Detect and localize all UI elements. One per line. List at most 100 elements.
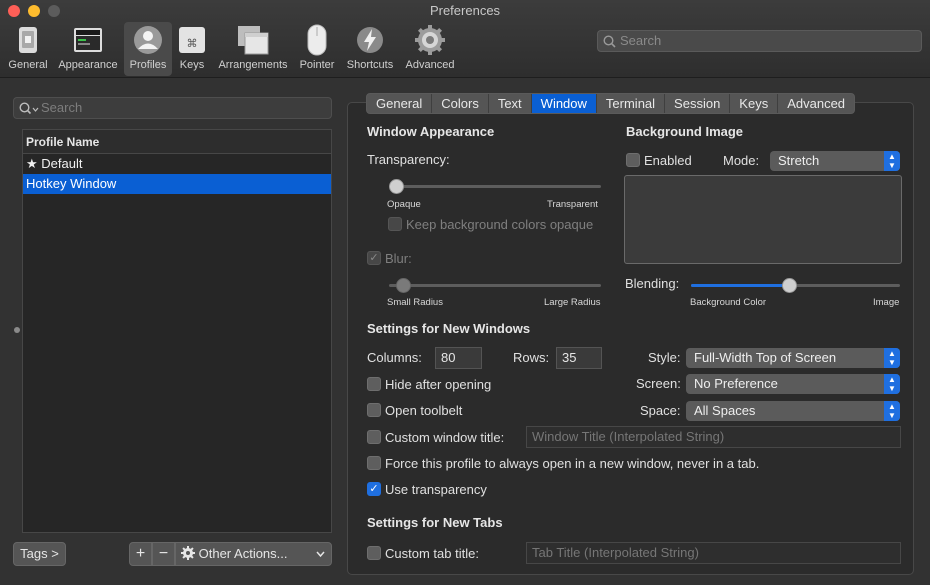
space-value: All Spaces (694, 403, 756, 418)
keys-icon: ⌘ (176, 24, 208, 56)
bg-image-enabled-label: Enabled (644, 153, 692, 168)
tab-general[interactable]: General (367, 94, 433, 113)
split-view-divider-handle[interactable] (14, 327, 20, 333)
blur-slider-knob[interactable] (396, 278, 411, 293)
other-actions-menu[interactable]: Other Actions... (175, 542, 332, 566)
profile-search-placeholder: Search (41, 100, 83, 115)
blending-min-label: Background Color (690, 297, 767, 308)
custom-tab-title-field[interactable]: Tab Title (Interpolated String) (526, 542, 901, 564)
general-icon (12, 24, 44, 56)
open-toolbelt-label: Open toolbelt (385, 403, 463, 418)
transparency-slider-track[interactable] (389, 185, 601, 188)
tab-keys[interactable]: Keys (730, 94, 779, 113)
custom-tab-title-checkbox[interactable] (367, 546, 381, 560)
blur-slider-track[interactable] (389, 284, 601, 287)
toolbar-profiles[interactable]: Profiles (124, 22, 172, 76)
background-image-heading: Background Image (626, 124, 744, 139)
style-label: Style: (648, 350, 681, 365)
transparency-max-label: Transparent (547, 199, 598, 210)
transparency-slider-knob[interactable] (389, 179, 404, 194)
gear-icon (181, 545, 195, 567)
advanced-icon (414, 24, 446, 56)
tags-button[interactable]: Tags > (13, 542, 66, 566)
tab-advanced[interactable]: Advanced (778, 94, 854, 113)
custom-window-title-field[interactable]: Window Title (Interpolated String) (526, 426, 901, 448)
blending-label: Blending: (625, 276, 680, 291)
profiles-icon (132, 24, 164, 56)
updown-chevron-icon: ▲ ▼ (884, 374, 900, 394)
mode-label: Mode: (723, 153, 760, 168)
toolbar-advanced[interactable]: Advanced (402, 22, 458, 76)
open-toolbelt-checkbox[interactable] (367, 403, 381, 417)
background-image-well[interactable] (624, 175, 902, 264)
force-new-window-label: Force this profile to always open in a n… (385, 456, 760, 471)
profile-row-default[interactable]: ★ Default (23, 154, 331, 174)
tab-text[interactable]: Text (489, 94, 532, 113)
tab-window[interactable]: Window (531, 94, 597, 113)
toolbar-keys[interactable]: ⌘ Keys (174, 22, 210, 76)
profile-name: Default (41, 156, 83, 171)
hide-after-opening-checkbox[interactable] (367, 377, 381, 391)
search-icon (19, 101, 39, 121)
columns-field[interactable]: 80 (435, 347, 482, 369)
toolbar-search-input[interactable]: Search (597, 30, 922, 52)
profile-settings-panel (347, 102, 914, 575)
toolbar-appearance[interactable]: Appearance (54, 22, 122, 76)
search-icon (603, 34, 616, 54)
transparency-min-label: Opaque (387, 199, 421, 210)
blending-slider-fill (691, 284, 790, 287)
toolbar-pointer[interactable]: Pointer (296, 22, 338, 76)
toolbar-arrangements[interactable]: Arrangements (214, 22, 292, 76)
profile-name: Hotkey Window (26, 176, 117, 191)
profile-search-input[interactable]: Search (13, 97, 332, 119)
settings-tab-bar: General Colors Text Window Terminal Sess… (366, 93, 856, 114)
bg-image-enabled-checkbox[interactable] (626, 153, 640, 167)
mode-value: Stretch (778, 153, 820, 168)
updown-chevron-icon: ▲ ▼ (884, 151, 900, 171)
style-popup[interactable]: Full-Width Top of Screen ▲ ▼ (686, 348, 900, 368)
transparency-label: Transparency: (367, 152, 450, 167)
tab-terminal[interactable]: Terminal (597, 94, 666, 113)
custom-window-title-checkbox[interactable] (367, 430, 381, 444)
remove-profile-button[interactable]: − (152, 542, 175, 566)
toolbar-general[interactable]: General (4, 22, 52, 76)
profile-name-column-header[interactable]: Profile Name (23, 130, 331, 154)
blur-max-label: Large Radius (544, 297, 601, 308)
use-transparency-checkbox[interactable]: ✓ (367, 482, 381, 496)
custom-window-title-label: Custom window title: (385, 430, 505, 445)
updown-chevron-icon: ▲ ▼ (884, 401, 900, 421)
screen-value: No Preference (694, 376, 778, 391)
window-appearance-heading: Window Appearance (367, 124, 495, 139)
force-new-window-checkbox[interactable] (367, 456, 381, 470)
chevron-down-icon (316, 543, 325, 572)
add-profile-button[interactable]: + (129, 542, 152, 566)
screen-popup[interactable]: No Preference ▲ ▼ (686, 374, 900, 394)
custom-tab-title-label: Custom tab title: (385, 546, 479, 561)
blending-max-label: Image (873, 297, 900, 308)
title-bar: Preferences General Appearance Profiles … (0, 0, 930, 78)
mode-popup[interactable]: Stretch ▲ ▼ (770, 151, 900, 171)
svg-text:⌘: ⌘ (187, 37, 198, 50)
space-popup[interactable]: All Spaces ▲ ▼ (686, 401, 900, 421)
space-label: Space: (640, 403, 681, 418)
blur-checkbox[interactable]: ✓ (367, 251, 381, 265)
columns-label: Columns: (367, 350, 422, 365)
keep-bg-opaque-label: Keep background colors opaque (406, 217, 594, 232)
use-transparency-label: Use transparency (385, 482, 487, 497)
toolbar-shortcuts[interactable]: Shortcuts (342, 22, 398, 76)
tab-colors[interactable]: Colors (432, 94, 489, 113)
shortcuts-icon (354, 24, 386, 56)
updown-chevron-icon: ▲ ▼ (884, 348, 900, 368)
screen-label: Screen: (636, 376, 681, 391)
rows-label: Rows: (513, 350, 550, 365)
tab-session[interactable]: Session (665, 94, 731, 113)
blur-min-label: Small Radius (387, 297, 443, 308)
new-tabs-heading: Settings for New Tabs (367, 515, 503, 530)
profile-row-hotkey-window[interactable]: Hotkey Window (23, 174, 331, 194)
appearance-icon (72, 24, 104, 56)
preferences-window: Preferences General Appearance Profiles … (0, 0, 930, 585)
pointer-icon (301, 24, 333, 56)
rows-field[interactable]: 35 (556, 347, 602, 369)
style-value: Full-Width Top of Screen (694, 350, 837, 365)
keep-bg-opaque-checkbox[interactable] (388, 217, 402, 231)
